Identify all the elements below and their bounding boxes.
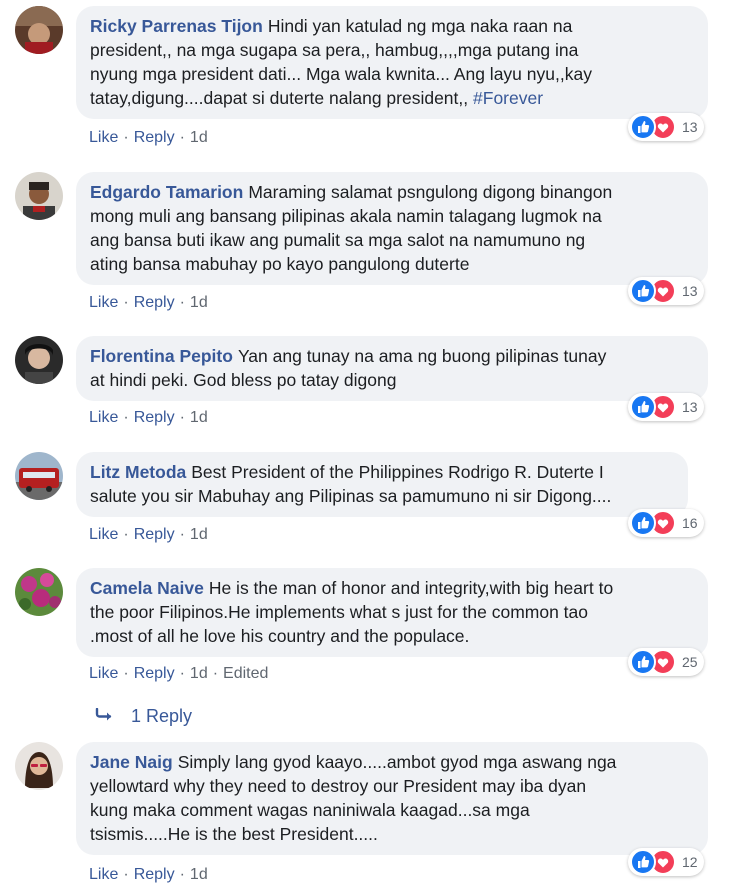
comment-actions: Like · Reply · 1d: [89, 129, 208, 146]
like-reaction-icon: [630, 649, 656, 675]
avatar[interactable]: [15, 568, 63, 616]
like-reaction-icon: [630, 114, 656, 140]
comment-author[interactable]: Jane Naig: [90, 752, 173, 772]
reply-arrow-icon: [95, 706, 115, 727]
comment-bubble: Jane Naig Simply lang gyod kaayo.....ambo…: [76, 742, 708, 855]
comment-text-line: Simply lang gyod kaayo.....ambot gyod mg…: [177, 752, 617, 772]
reaction-count: 12: [682, 854, 698, 870]
comment-text-line: Maraming salamat psngulong digong binang…: [248, 182, 613, 202]
reaction-count: 25: [682, 654, 698, 670]
comment-timestamp[interactable]: 1d: [190, 866, 208, 883]
reply-button[interactable]: Reply: [134, 665, 175, 682]
like-reaction-icon: [630, 394, 656, 420]
comment-author[interactable]: Edgardo Tamarion: [90, 182, 243, 202]
reaction-count: 16: [682, 515, 698, 531]
comment-text-line: He is the man of honor and integrity,wit…: [208, 578, 614, 598]
comment-text-line: yellowtard why they need to destroy our …: [90, 776, 587, 796]
comment-text-line: .most of all he love his country and the…: [90, 626, 470, 646]
comment-text-line: the poor Filipinos.He implements what s …: [90, 602, 588, 622]
like-reaction-icon: [630, 510, 656, 536]
comment-bubble: Litz Metoda Best President of the Philipp…: [76, 452, 688, 517]
reaction-summary[interactable]: 13: [628, 393, 704, 421]
reaction-summary[interactable]: 13: [628, 277, 704, 305]
comment-text-line: salute you sir Mabuhay ang Pilipinas sa …: [90, 486, 612, 506]
comment-author[interactable]: Camela Naive: [90, 578, 204, 598]
like-button[interactable]: Like: [89, 294, 118, 311]
comment-text-line: at hindi peki. God bless po tatay digong: [90, 370, 397, 390]
comment-actions: Like · Reply · 1d: [89, 526, 208, 543]
comment-timestamp[interactable]: 1d: [190, 129, 208, 146]
like-button[interactable]: Like: [89, 866, 118, 883]
reaction-count: 13: [682, 283, 698, 299]
comment-bubble: Ricky Parrenas Tijon Hindi yan katulad ng…: [76, 6, 708, 119]
avatar[interactable]: [15, 6, 63, 54]
comment-author[interactable]: Florentina Pepito: [90, 346, 233, 366]
comment-author[interactable]: Litz Metoda: [90, 462, 186, 482]
comment-actions: Like · Reply · 1d: [89, 866, 208, 883]
comment-bubble: Florentina Pepito Yan ang tunay na ama ng…: [76, 336, 708, 401]
avatar[interactable]: [15, 452, 63, 500]
like-reaction-icon: [630, 849, 656, 875]
avatar[interactable]: [15, 742, 63, 790]
reply-button[interactable]: Reply: [134, 294, 175, 311]
reaction-summary[interactable]: 16: [628, 509, 704, 537]
reply-button[interactable]: Reply: [134, 409, 175, 426]
comment-bubble: Edgardo Tamarion Maraming salamat psngulo…: [76, 172, 708, 285]
like-button[interactable]: Like: [89, 129, 118, 146]
comment-text-line: mong muli ang bansang pilipinas akala na…: [90, 206, 602, 226]
reply-button[interactable]: Reply: [134, 129, 175, 146]
reply-button[interactable]: Reply: [134, 526, 175, 543]
view-replies-label[interactable]: 1 Reply: [131, 706, 192, 727]
reaction-summary[interactable]: 25: [628, 648, 704, 676]
comment-actions: Like · Reply · 1d · Edited: [89, 665, 269, 682]
view-replies-link[interactable]: 1 Reply: [95, 706, 192, 727]
comment-timestamp[interactable]: 1d: [190, 294, 208, 311]
reaction-summary[interactable]: 12: [628, 848, 704, 876]
reply-button[interactable]: Reply: [134, 866, 175, 883]
comment-text-line: ating bansa mabuhay po kayo pangulong du…: [90, 254, 470, 274]
comment-timestamp[interactable]: 1d: [190, 409, 208, 426]
like-reaction-icon: [630, 278, 656, 304]
like-button[interactable]: Like: [89, 409, 118, 426]
like-button[interactable]: Like: [89, 526, 118, 543]
comment-text-line: ang bansa buti ikaw ang pumalit sa mga s…: [90, 230, 586, 250]
comment-text-line: nyung mga president dati... Mga wala kwn…: [90, 64, 592, 84]
comment-timestamp[interactable]: 1d: [190, 665, 208, 682]
reaction-summary[interactable]: 13: [628, 113, 704, 141]
comment-text-line: president,, na mga sugapa sa pera,, hamb…: [90, 40, 579, 60]
comment-author[interactable]: Ricky Parrenas Tijon: [90, 16, 263, 36]
comment-bubble: Camela Naive He is the man of honor and i…: [76, 568, 708, 657]
reaction-count: 13: [682, 399, 698, 415]
comment-actions: Like · Reply · 1d: [89, 294, 208, 311]
comment-text-line: kung maka comment wagas naniniwala kaaga…: [90, 800, 530, 820]
comment-actions: Like · Reply · 1d: [89, 409, 208, 426]
comment-text-line: tsismis.....He is the best President....…: [90, 824, 378, 844]
avatar[interactable]: [15, 172, 63, 220]
hashtag-link[interactable]: #Forever: [473, 88, 543, 108]
edited-label[interactable]: Edited: [223, 665, 268, 682]
like-button[interactable]: Like: [89, 665, 118, 682]
avatar[interactable]: [15, 336, 63, 384]
comment-text-line: tatay,digung....dapat si duterte nalang …: [90, 88, 469, 108]
comment-text-line: Hindi yan katulad ng mga naka raan na: [267, 16, 573, 36]
comment-text-line: Best President of the Philippines Rodrig…: [191, 462, 604, 482]
reaction-count: 13: [682, 119, 698, 135]
comment-timestamp[interactable]: 1d: [190, 526, 208, 543]
comment-text-line: Yan ang tunay na ama ng buong pilipinas …: [237, 346, 607, 366]
